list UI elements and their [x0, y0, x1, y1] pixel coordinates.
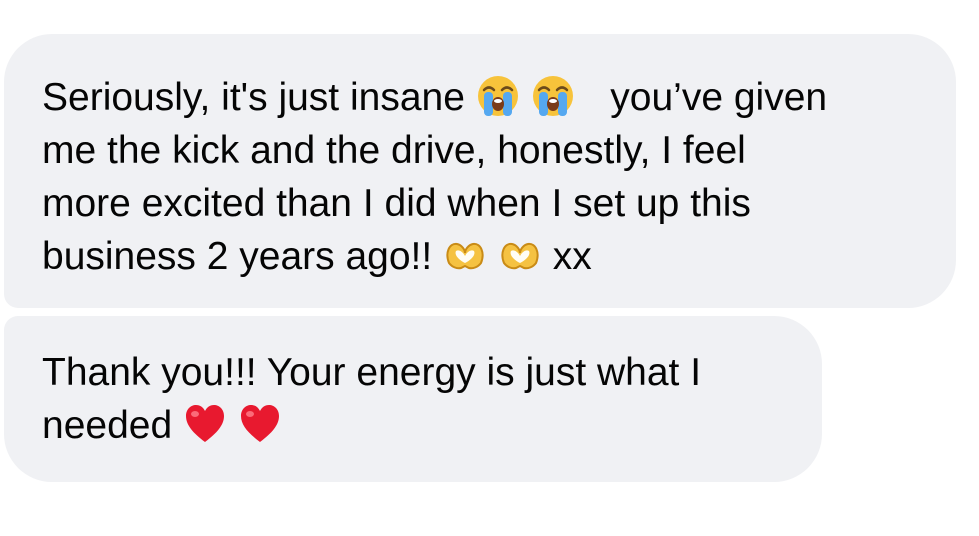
red-heart-icon	[238, 402, 282, 446]
message-line: business 2 years ago!! xx	[42, 230, 926, 283]
red-heart-icon	[183, 402, 227, 446]
message-bubble-2[interactable]: Thank you!!! Your energy is just what I …	[4, 316, 822, 482]
loudly-crying-face-icon	[476, 74, 520, 118]
message-line: Thank you!!! Your energy is just what I	[42, 351, 702, 394]
message-text: Seriously, it's just insane	[42, 76, 465, 119]
heart-hands-icon	[443, 233, 487, 277]
message-text: needed	[42, 404, 173, 447]
message-line: Seriously, it's just insane you’ve given	[42, 71, 926, 124]
message-text: xx	[552, 235, 592, 278]
message-line: needed	[42, 399, 792, 452]
message-bubble-1[interactable]: Seriously, it's just insane you’ve given…	[4, 34, 956, 308]
heart-hands-icon	[498, 233, 542, 277]
message-text: you’ve given	[610, 76, 828, 119]
message-text: business 2 years ago!!	[42, 235, 433, 278]
message-line: more excited than I did when I set up th…	[42, 182, 751, 225]
loudly-crying-face-icon	[531, 74, 575, 118]
message-line: me the kick and the drive, honestly, I f…	[42, 129, 746, 172]
